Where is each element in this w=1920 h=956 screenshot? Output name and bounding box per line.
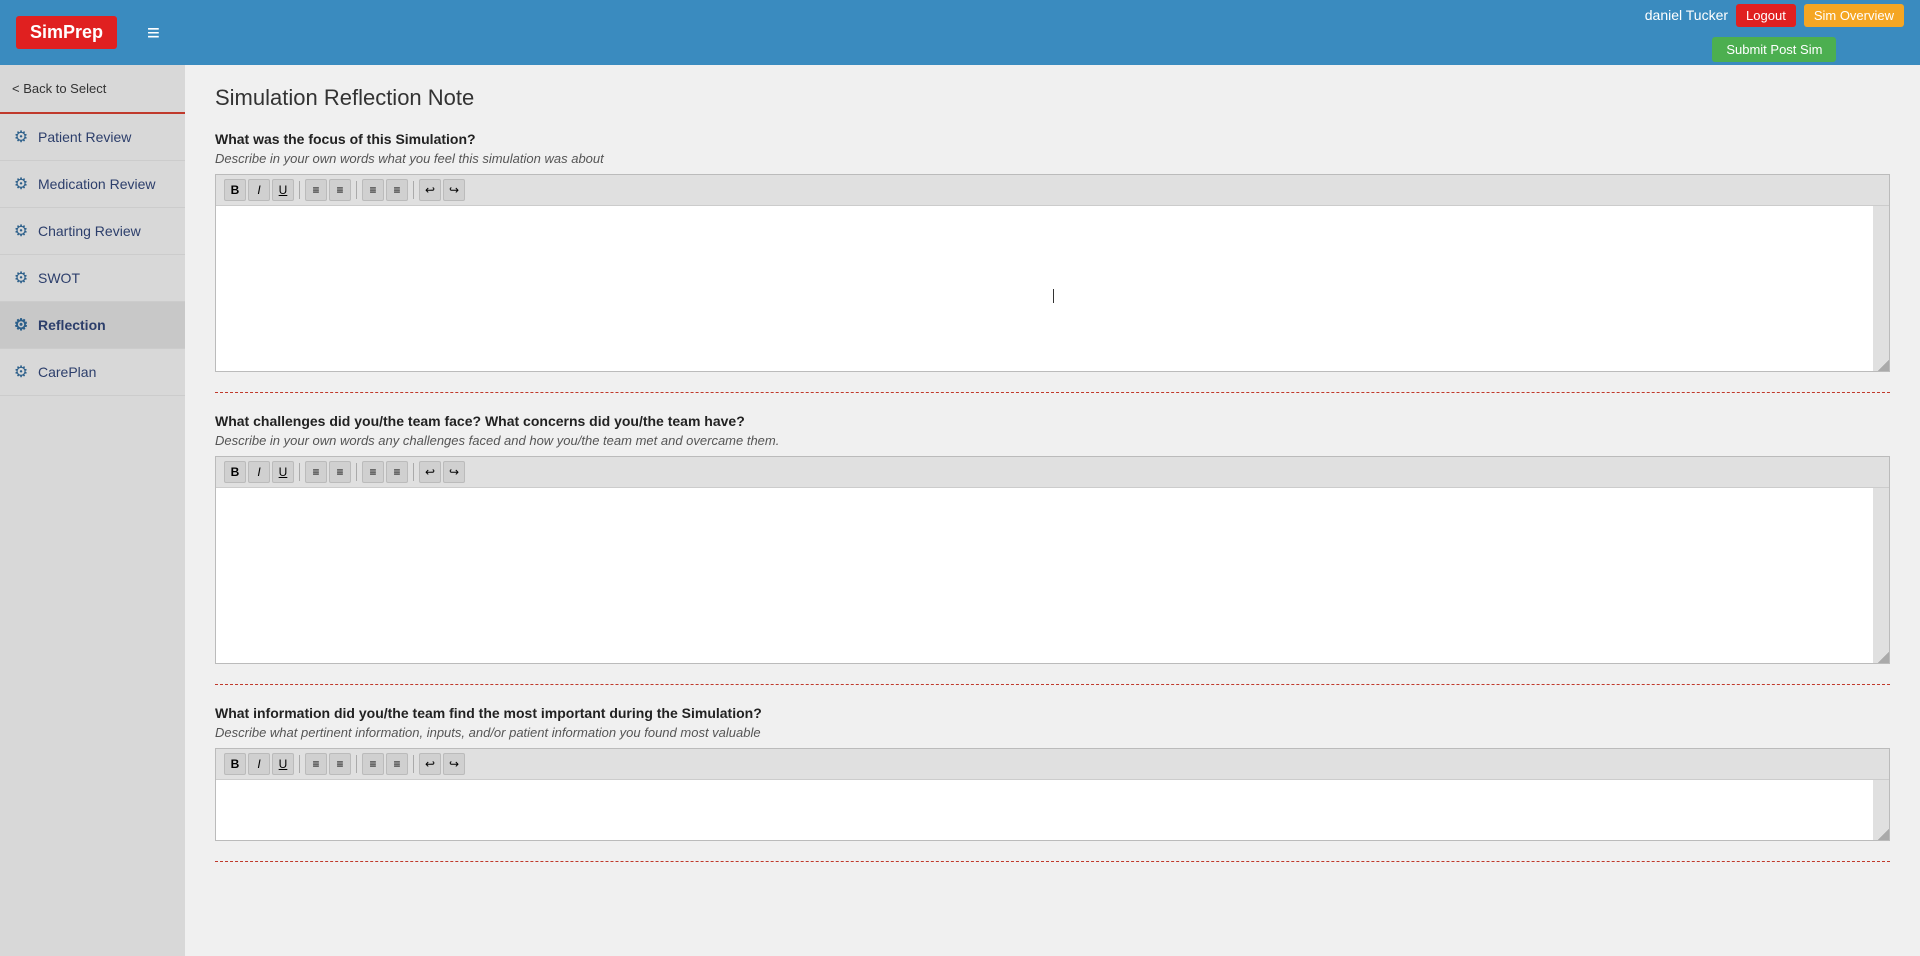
- header-user-area: daniel Tucker Logout Sim Overview: [1645, 4, 1904, 27]
- editor-toolbar-challenges: B I U ≡ ≡ ≡ ≡ ↩ ↪: [216, 457, 1889, 488]
- separator-3b: [356, 755, 357, 773]
- sidebar-item-label: Charting Review: [38, 223, 141, 239]
- sidebar-item-medication-review[interactable]: ⚙ Medication Review: [0, 161, 185, 208]
- indent-button-3[interactable]: ≡: [362, 753, 384, 775]
- bold-button-3[interactable]: B: [224, 753, 246, 775]
- sidebar-item-label: SWOT: [38, 270, 80, 286]
- unordered-list-button[interactable]: ≡: [329, 179, 351, 201]
- separator-2c: [413, 463, 414, 481]
- medication-review-icon: ⚙: [12, 175, 30, 193]
- separator-3c: [413, 755, 414, 773]
- question-section-focus: What was the focus of this Simulation? D…: [215, 131, 1890, 393]
- header-right: daniel Tucker Logout Sim Overview Submit…: [1645, 0, 1904, 65]
- undo-button-2[interactable]: ↩: [419, 461, 441, 483]
- username: daniel Tucker: [1645, 7, 1728, 23]
- bold-button-2[interactable]: B: [224, 461, 246, 483]
- underline-button[interactable]: U: [272, 179, 294, 201]
- undo-button[interactable]: ↩: [419, 179, 441, 201]
- charting-review-icon: ⚙: [12, 222, 30, 240]
- swot-icon: ⚙: [12, 269, 30, 287]
- question-title-challenges: What challenges did you/the team face? W…: [215, 413, 1890, 429]
- ordered-list-button-3[interactable]: ≡: [305, 753, 327, 775]
- ordered-list-button-2[interactable]: ≡: [305, 461, 327, 483]
- question-subtitle-challenges: Describe in your own words any challenge…: [215, 433, 1890, 448]
- editor-toolbar-important: B I U ≡ ≡ ≡ ≡ ↩ ↪: [216, 749, 1889, 780]
- outdent-button-2[interactable]: ≡: [386, 461, 408, 483]
- bold-button[interactable]: B: [224, 179, 246, 201]
- outdent-button[interactable]: ≡: [386, 179, 408, 201]
- question-subtitle-important: Describe what pertinent information, inp…: [215, 725, 1890, 740]
- question-section-important: What information did you/the team find t…: [215, 705, 1890, 862]
- editor-toolbar-focus: B I U ≡ ≡ ≡ ≡ ↩ ↪: [216, 175, 1889, 206]
- back-link[interactable]: < Back to Select: [0, 65, 185, 114]
- redo-button-3[interactable]: ↪: [443, 753, 465, 775]
- page-title: Simulation Reflection Note: [215, 85, 1890, 111]
- unordered-list-button-3[interactable]: ≡: [329, 753, 351, 775]
- sidebar-item-label: Patient Review: [38, 129, 131, 145]
- sidebar-item-label: Medication Review: [38, 176, 156, 192]
- editor-challenges: B I U ≡ ≡ ≡ ≡ ↩ ↪: [215, 456, 1890, 664]
- sidebar-item-charting-review[interactable]: ⚙ Charting Review: [0, 208, 185, 255]
- question-section-challenges: What challenges did you/the team face? W…: [215, 413, 1890, 685]
- question-subtitle-focus: Describe in your own words what you feel…: [215, 151, 1890, 166]
- scrollbar-challenges[interactable]: [1873, 488, 1889, 663]
- editor-body-focus[interactable]: [216, 206, 1889, 371]
- underline-button-2[interactable]: U: [272, 461, 294, 483]
- redo-button[interactable]: ↪: [443, 179, 465, 201]
- undo-button-3[interactable]: ↩: [419, 753, 441, 775]
- submit-button[interactable]: Submit Post Sim: [1712, 37, 1836, 62]
- question-title-focus: What was the focus of this Simulation?: [215, 131, 1890, 147]
- italic-button-3[interactable]: I: [248, 753, 270, 775]
- sidebar-item-reflection[interactable]: ⚙ Reflection: [0, 302, 185, 349]
- question-title-important: What information did you/the team find t…: [215, 705, 1890, 721]
- cursor: [1053, 289, 1054, 303]
- redo-button-2[interactable]: ↪: [443, 461, 465, 483]
- indent-button[interactable]: ≡: [362, 179, 384, 201]
- sidebar-item-careplan[interactable]: ⚙ CarePlan: [0, 349, 185, 396]
- italic-button[interactable]: I: [248, 179, 270, 201]
- sidebar-item-swot[interactable]: ⚙ SWOT: [0, 255, 185, 302]
- underline-button-3[interactable]: U: [272, 753, 294, 775]
- sidebar-item-label: Reflection: [38, 317, 106, 333]
- header: SimPrep ≡ daniel Tucker Logout Sim Overv…: [0, 0, 1920, 65]
- editor-body-important[interactable]: [216, 780, 1889, 840]
- sidebar-item-label: CarePlan: [38, 364, 96, 380]
- separator-2a: [299, 463, 300, 481]
- ordered-list-button[interactable]: ≡: [305, 179, 327, 201]
- outdent-button-3[interactable]: ≡: [386, 753, 408, 775]
- editor-focus: B I U ≡ ≡ ≡ ≡ ↩ ↪: [215, 174, 1890, 372]
- sidebar-item-patient-review[interactable]: ⚙ Patient Review: [0, 114, 185, 161]
- careplan-icon: ⚙: [12, 363, 30, 381]
- resize-handle-focus[interactable]: [1875, 357, 1889, 371]
- separator: [299, 181, 300, 199]
- unordered-list-button-2[interactable]: ≡: [329, 461, 351, 483]
- resize-handle-challenges[interactable]: [1875, 649, 1889, 663]
- layout: < Back to Select ⚙ Patient Review ⚙ Medi…: [0, 65, 1920, 956]
- resize-handle-important[interactable]: [1875, 826, 1889, 840]
- reflection-icon: ⚙: [12, 316, 30, 334]
- sidebar: < Back to Select ⚙ Patient Review ⚙ Medi…: [0, 65, 185, 956]
- main-content: Simulation Reflection Note What was the …: [185, 65, 1920, 956]
- indent-button-2[interactable]: ≡: [362, 461, 384, 483]
- separator-3a: [299, 755, 300, 773]
- editor-body-challenges[interactable]: [216, 488, 1889, 663]
- logo: SimPrep: [16, 16, 117, 49]
- separator2: [356, 181, 357, 199]
- logout-button[interactable]: Logout: [1736, 4, 1796, 27]
- sim-overview-button[interactable]: Sim Overview: [1804, 4, 1904, 27]
- separator3: [413, 181, 414, 199]
- separator-2b: [356, 463, 357, 481]
- editor-important: B I U ≡ ≡ ≡ ≡ ↩ ↪: [215, 748, 1890, 841]
- patient-review-icon: ⚙: [12, 128, 30, 146]
- italic-button-2[interactable]: I: [248, 461, 270, 483]
- hamburger-menu[interactable]: ≡: [147, 20, 160, 46]
- scrollbar-focus[interactable]: [1873, 206, 1889, 371]
